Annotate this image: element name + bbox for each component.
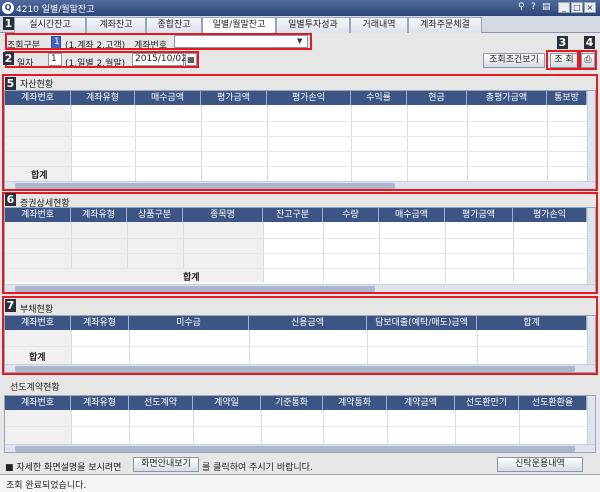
assets-col-type: 계좌유형 — [71, 91, 135, 105]
securities-grid[interactable]: 계좌번호 계좌유형 상품구분 종목명 잔고구분 수량 매수금액 평가금액 평가손… — [4, 207, 596, 293]
marker-1: 1 — [3, 17, 14, 30]
sec-col-account: 계좌번호 — [5, 208, 71, 222]
help-bar: ■ 자세한 화면설명을 보시려면 화면안내보기 를 클릭하여 주시기 바랍니다.… — [0, 456, 600, 474]
date-type-hint: (1.일별 2.월말) — [65, 59, 126, 69]
assets-sum-label: 합계 — [31, 171, 48, 181]
fut-col-base-currency: 기준통화 — [261, 396, 323, 410]
sec-col-name: 종목명 — [183, 208, 263, 222]
sec-col-balance-type: 잔고구분 — [263, 208, 323, 222]
securities-vscroll[interactable] — [587, 208, 595, 284]
marker-7: 7 — [5, 299, 16, 312]
status-bar: 조회 완료되었습니다. — [0, 474, 600, 492]
liab-col-total: 합계 — [477, 316, 587, 330]
tab-total-balance[interactable]: 종합잔고 — [146, 17, 202, 33]
fut-col-account: 계좌번호 — [5, 396, 71, 410]
futures-grid[interactable]: 계좌번호 계좌유형 선도계약 계약일 기준통화 계약통화 계약금액 선도환만기 … — [4, 395, 596, 453]
liabilities-hscroll[interactable] — [5, 364, 595, 372]
link-icon[interactable]: ⚲ — [518, 2, 525, 12]
liab-col-receivable: 미수금 — [129, 316, 249, 330]
marker-6: 6 — [5, 193, 16, 206]
help-icon[interactable]: ? — [531, 2, 536, 12]
calendar-icon[interactable]: ▦ — [185, 53, 197, 66]
assets-col-notice: 통보방 — [547, 91, 587, 105]
chevron-down-icon[interactable]: ▼ — [297, 37, 302, 45]
tab-bar: 실시간잔고 계좌잔고 종합잔고 일별/월말잔고 일별투자성과 거래내역 계좌주문… — [0, 16, 600, 34]
fut-col-rate: 선도환환율 — [519, 396, 587, 410]
liabilities-sum-label: 합계 — [29, 353, 46, 363]
account-number-label: 계좌번호 — [134, 41, 168, 51]
menu-icon[interactable]: ▤ — [542, 2, 551, 12]
account-number-select[interactable] — [174, 35, 308, 48]
futures-vscroll[interactable] — [587, 396, 595, 444]
marker-5: 5 — [5, 77, 16, 90]
liabilities-vscroll[interactable] — [587, 316, 595, 364]
assets-col-account: 계좌번호 — [5, 91, 71, 105]
view-conditions-button[interactable]: 조회조건보기 — [483, 53, 545, 68]
tab-daily-performance[interactable]: 일별투자성과 — [276, 17, 350, 33]
assets-col-buy: 매수금액 — [135, 91, 201, 105]
query-type-hint: (1.계좌 2.고객) — [65, 41, 126, 51]
app-logo-icon: Q — [2, 2, 14, 14]
futures-hscroll[interactable] — [5, 444, 595, 452]
liab-col-account: 계좌번호 — [5, 316, 71, 330]
fut-col-contract-currency: 계약통화 — [323, 396, 387, 410]
liab-col-collateral: 담보대출(예탁/매도)금액 — [367, 316, 477, 330]
close-button[interactable]: × — [584, 2, 596, 13]
screen-guide-button[interactable]: 화면안내보기 — [133, 457, 199, 472]
marker-3: 3 — [557, 36, 568, 49]
tab-order-executions[interactable]: 계좌주문체결 — [408, 17, 482, 33]
assets-hscroll[interactable] — [5, 181, 595, 189]
assets-grid[interactable]: 계좌번호 계좌유형 매수금액 평가금액 평가손익 수익률 현금 총평가금액 통보… — [4, 90, 596, 190]
maximize-button[interactable]: □ — [571, 2, 583, 13]
sec-col-eval: 평가금액 — [445, 208, 513, 222]
tab-realtime-balance[interactable]: 실시간잔고 — [14, 17, 86, 33]
assets-col-yield: 수익률 — [351, 91, 407, 105]
help-prefix-text: ■ 자세한 화면설명을 보시려면 — [5, 463, 122, 473]
help-suffix-text: 를 클릭하여 주시기 바랍니다. — [202, 463, 313, 473]
liabilities-grid[interactable]: 계좌번호 계좌유형 미수금 신용금액 담보대출(예탁/매도)금액 합계 합계 — [4, 315, 596, 373]
tab-daily-monthly-balance[interactable]: 일별/월말잔고 — [202, 17, 276, 34]
minimize-button[interactable]: _ — [558, 2, 570, 13]
sec-col-qty: 수량 — [323, 208, 379, 222]
sec-col-type: 계좌유형 — [71, 208, 127, 222]
assets-col-cash: 현금 — [407, 91, 467, 105]
sec-col-pnl: 평가손익 — [513, 208, 587, 222]
fut-col-maturity: 선도환만기 — [455, 396, 519, 410]
securities-hscroll[interactable] — [5, 284, 595, 292]
date-label: 일자 — [17, 59, 34, 69]
assets-col-eval: 평가금액 — [201, 91, 267, 105]
title-bar: Q 4210 일별/월말잔고 ⚲ ? ▤ _ □ × — [0, 0, 600, 16]
sec-col-buy: 매수금액 — [379, 208, 445, 222]
liab-col-credit: 신용금액 — [249, 316, 367, 330]
search-button[interactable]: 조 회 — [550, 53, 578, 68]
fut-col-amount: 계약금액 — [387, 396, 455, 410]
liabilities-section-title: 부채현황 — [20, 305, 54, 315]
marker-2: 2 — [3, 52, 14, 65]
fut-col-date: 계약일 — [193, 396, 261, 410]
assets-col-pnl: 평가손익 — [267, 91, 351, 105]
sec-col-product: 상품구분 — [127, 208, 183, 222]
assets-vscroll[interactable] — [587, 91, 595, 181]
window-title: 4210 일별/월말잔고 — [16, 5, 95, 15]
fut-col-contract: 선도계약 — [129, 396, 193, 410]
status-message: 조회 완료되었습니다. — [6, 481, 87, 491]
marker-4: 4 — [584, 36, 595, 49]
futures-section-title: 선도계약현황 — [10, 383, 60, 393]
query-type-input[interactable]: 1 — [51, 36, 61, 49]
assets-section-title: 자산현황 — [20, 80, 54, 90]
tab-transactions[interactable]: 거래내역 — [350, 17, 408, 33]
securities-sum-label: 합계 — [183, 273, 200, 283]
liab-col-type: 계좌유형 — [71, 316, 129, 330]
tab-account-balance[interactable]: 계좌잔고 — [86, 17, 146, 33]
assets-col-total: 총평가금액 — [467, 91, 547, 105]
fut-col-type: 계좌유형 — [71, 396, 129, 410]
print-icon[interactable]: ⎙ — [581, 53, 595, 68]
query-type-label: 조회구분 — [7, 41, 41, 51]
date-input[interactable]: 2015/10/02 — [132, 53, 187, 66]
date-type-input[interactable]: 1 — [48, 53, 62, 66]
trust-management-button[interactable]: 신탁운용내역 — [497, 457, 583, 472]
